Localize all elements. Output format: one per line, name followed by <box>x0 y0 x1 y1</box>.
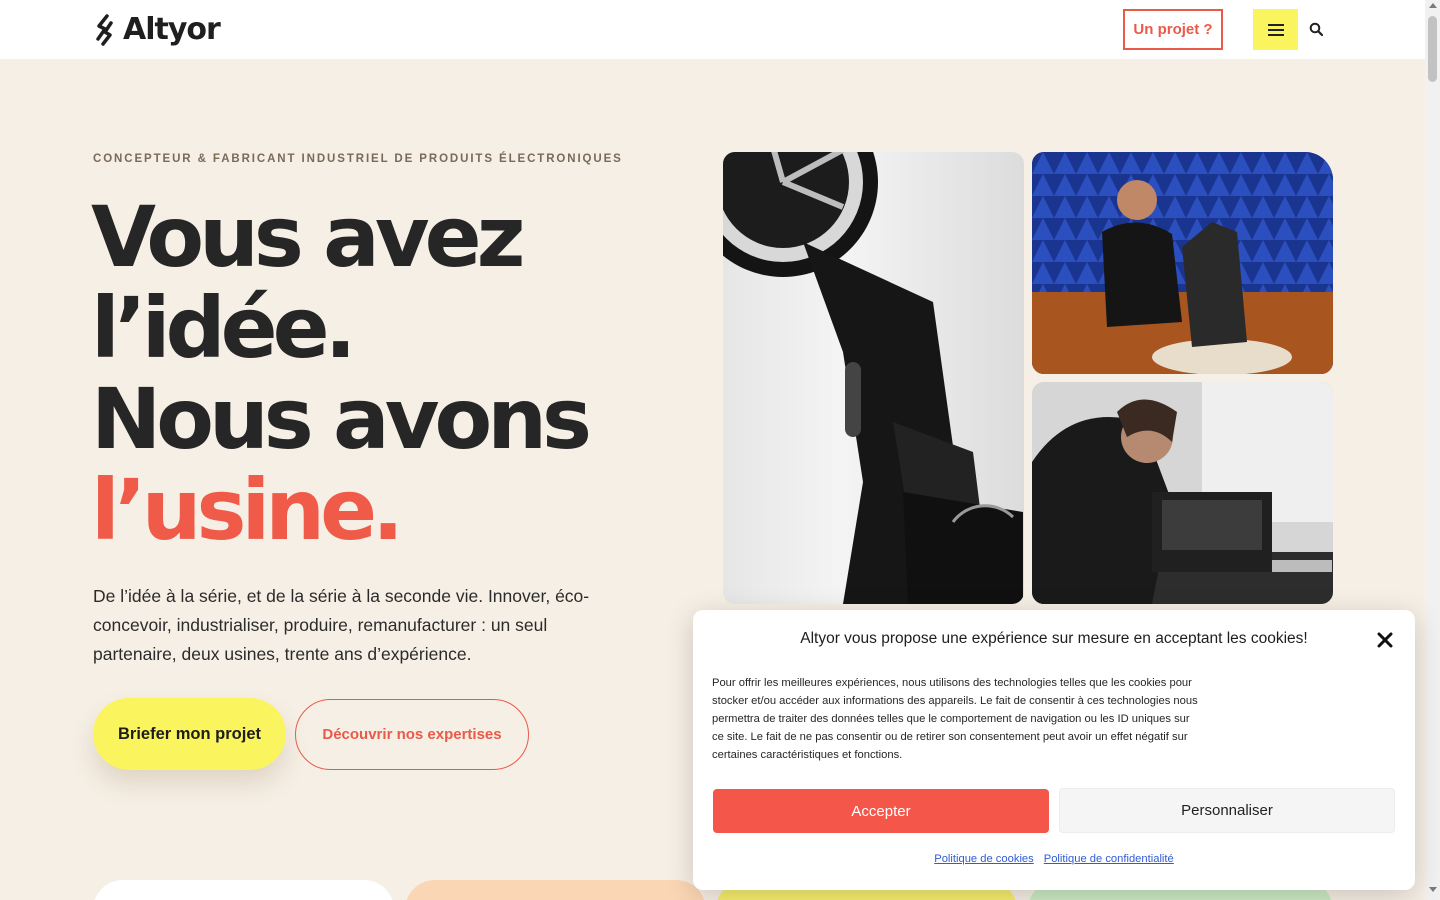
cookie-title: Altyor vous propose une expérience sur m… <box>800 630 1308 647</box>
menu-button[interactable] <box>1253 9 1298 50</box>
anechoic-lab-photo <box>1032 152 1333 374</box>
headline-line-2: l’idée. <box>91 279 356 377</box>
search-icon <box>1309 22 1323 36</box>
scroll-down-arrow-icon[interactable] <box>1429 887 1437 892</box>
hero-eyebrow: CONCEPTEUR & FABRICANT INDUSTRIEL DE PRO… <box>93 153 623 165</box>
customize-cookies-button[interactable]: Personnaliser <box>1059 788 1395 833</box>
scrollbar-thumb[interactable] <box>1428 16 1437 82</box>
cookie-policy-link[interactable]: Politique de cookies <box>934 853 1034 865</box>
close-icon <box>1377 632 1393 648</box>
altyor-logo-icon <box>96 13 113 46</box>
headline-line-3: Nous avons <box>91 370 592 468</box>
product-speaker-photo <box>723 152 1024 604</box>
logo-text: Altyor <box>123 12 221 47</box>
headline-line-4: l’usine. <box>91 461 404 559</box>
search-button[interactable] <box>1305 18 1327 40</box>
cookie-consent-banner: Altyor vous propose une expérience sur m… <box>693 610 1415 890</box>
speaker-illustration <box>723 152 1023 604</box>
hamburger-icon <box>1267 23 1284 36</box>
privacy-policy-link[interactable]: Politique de confidentialité <box>1044 853 1174 865</box>
workshop-photo <box>1032 382 1333 604</box>
hero-headline: Vous avez l’idée. Nous avons l’usine. <box>91 188 592 559</box>
workshop-illustration <box>1032 382 1333 604</box>
cookie-body: Pour offrir les meilleures expériences, … <box>712 677 1198 761</box>
lab-illustration <box>1032 152 1333 374</box>
project-button[interactable]: Un projet ? <box>1123 9 1223 50</box>
accept-cookies-button[interactable]: Accepter <box>713 789 1049 833</box>
altyor-logo[interactable]: Altyor <box>93 12 221 47</box>
feature-card-1[interactable] <box>93 880 394 900</box>
headline-line-1: Vous avez <box>91 188 525 286</box>
feature-card-2[interactable] <box>405 880 706 900</box>
page-scrollbar[interactable] <box>1425 0 1440 900</box>
discover-expertise-button[interactable]: Découvrir nos expertises <box>295 699 529 770</box>
scroll-up-arrow-icon[interactable] <box>1429 3 1437 8</box>
brief-project-button[interactable]: Briefer mon projet <box>93 698 286 770</box>
hero-lead: De l’idée à la série, et de la série à l… <box>93 586 590 664</box>
cookie-links: Politique de cookies Politique de confid… <box>693 853 1415 865</box>
cookie-close-button[interactable] <box>1375 630 1395 650</box>
site-header: Altyor Un projet ? <box>0 0 1425 59</box>
